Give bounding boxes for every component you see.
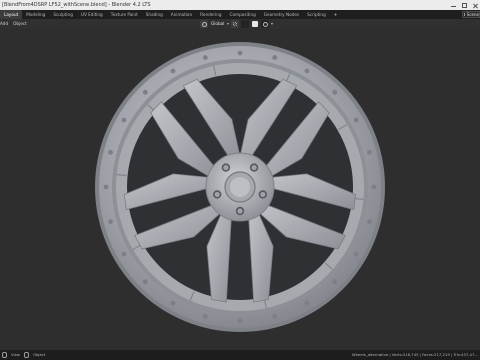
add-workspace-button[interactable]: + <box>330 10 342 19</box>
rim-bolt <box>304 68 310 74</box>
lug-nut <box>223 164 229 171</box>
rim-bolt <box>304 300 310 306</box>
viewport-header: Add Object Global <box>0 19 480 29</box>
orientation-ring-icon <box>202 22 207 27</box>
rim-bolt <box>332 279 338 285</box>
snap-magnet-icon[interactable] <box>241 20 250 28</box>
minimize-icon[interactable] <box>451 3 456 7</box>
transform-orientation-icon[interactable] <box>200 20 208 28</box>
scene-selector[interactable]: Scene <box>462 11 480 18</box>
rim-bolt <box>367 219 372 225</box>
chevron-down-icon[interactable] <box>271 23 274 25</box>
scene-statistics: Wheels_alternative | Verts:218,745 | Fac… <box>351 352 478 357</box>
rim-bolt <box>121 251 127 257</box>
wheel-model[interactable] <box>0 29 480 350</box>
tab-texture-paint[interactable]: Texture Paint <box>107 10 142 19</box>
tab-scripting[interactable]: Scripting <box>303 10 330 19</box>
rim-bolt <box>202 314 208 319</box>
rim-bolt <box>142 89 148 95</box>
menu-add[interactable]: Add <box>0 19 8 29</box>
tab-rendering[interactable]: Rendering <box>196 10 225 19</box>
rim-bolt <box>237 50 243 56</box>
tab-animation[interactable]: Animation <box>167 10 196 19</box>
scene-name: Scene <box>466 12 479 17</box>
rim-bolt <box>332 89 338 95</box>
window-controls <box>451 0 478 10</box>
center-cap-inner <box>230 177 250 197</box>
rim-bolt <box>202 55 208 60</box>
rim-bolt <box>108 219 113 225</box>
tab-modeling[interactable]: Modeling <box>22 10 49 19</box>
workspace-bar: Layout Modeling Sculpting UV Editing Texture… <box>0 10 480 19</box>
pivot-gear-icon <box>233 22 238 26</box>
window-title: [BlendFrom4DSRP LF52_withScene.blend] - … <box>2 2 151 8</box>
status-left: View Object <box>2 350 45 360</box>
rim-bolt <box>367 149 372 155</box>
rim-bolt <box>353 251 359 257</box>
rim-bolt <box>371 184 377 190</box>
tab-shading[interactable]: Shading <box>142 10 167 19</box>
snap-target-icon[interactable] <box>252 21 259 27</box>
close-icon[interactable] <box>473 3 478 8</box>
tab-uv-editing[interactable]: UV Editing <box>77 10 107 19</box>
status-object: Object <box>33 352 46 357</box>
lug-nut <box>237 208 243 214</box>
rim-bolt <box>142 279 148 285</box>
menu-object[interactable]: Object <box>13 19 27 29</box>
chevron-down-icon[interactable] <box>227 23 230 25</box>
transform-orientation-value[interactable]: Global <box>210 19 225 29</box>
lug-nut <box>214 191 220 198</box>
mouse-icon <box>24 352 30 358</box>
rim-bolt <box>103 184 109 190</box>
mouse-icon <box>2 352 7 358</box>
status-view: View <box>11 352 21 357</box>
header-menu: Add Object <box>0 19 27 29</box>
tab-compositing[interactable]: Compositing <box>226 10 260 19</box>
proportional-ring-icon <box>263 22 269 27</box>
pivot-point-icon[interactable] <box>231 20 240 28</box>
tab-sculpting[interactable]: Sculpting <box>49 10 77 19</box>
rim-bolt <box>353 117 359 123</box>
window-titlebar: [BlendFrom4DSRP LF52_withScene.blend] - … <box>0 0 480 10</box>
rim-bolt <box>121 117 127 123</box>
lug-nut <box>251 164 257 171</box>
rim-bolt <box>170 300 176 306</box>
scene-icon <box>464 13 465 16</box>
lug-nut <box>260 191 266 198</box>
proportional-edit-icon[interactable] <box>261 20 270 28</box>
rim-bolt <box>170 68 176 74</box>
rim-bolt <box>272 55 278 60</box>
maximize-icon[interactable] <box>462 2 467 8</box>
tab-layout[interactable]: Layout <box>0 10 23 19</box>
status-bar: View Object Wheels_alternative | Verts:2… <box>0 350 480 360</box>
rim-bolt <box>237 318 243 324</box>
tab-geometry-nodes[interactable]: Geometry Nodes <box>260 10 303 19</box>
workspace-tabs: Layout Modeling Sculpting UV Editing Texture… <box>0 10 341 19</box>
transform-tools: Global <box>200 19 274 29</box>
3d-viewport[interactable] <box>0 29 480 350</box>
rim-bolt <box>272 314 278 319</box>
rim-bolt <box>108 149 113 155</box>
